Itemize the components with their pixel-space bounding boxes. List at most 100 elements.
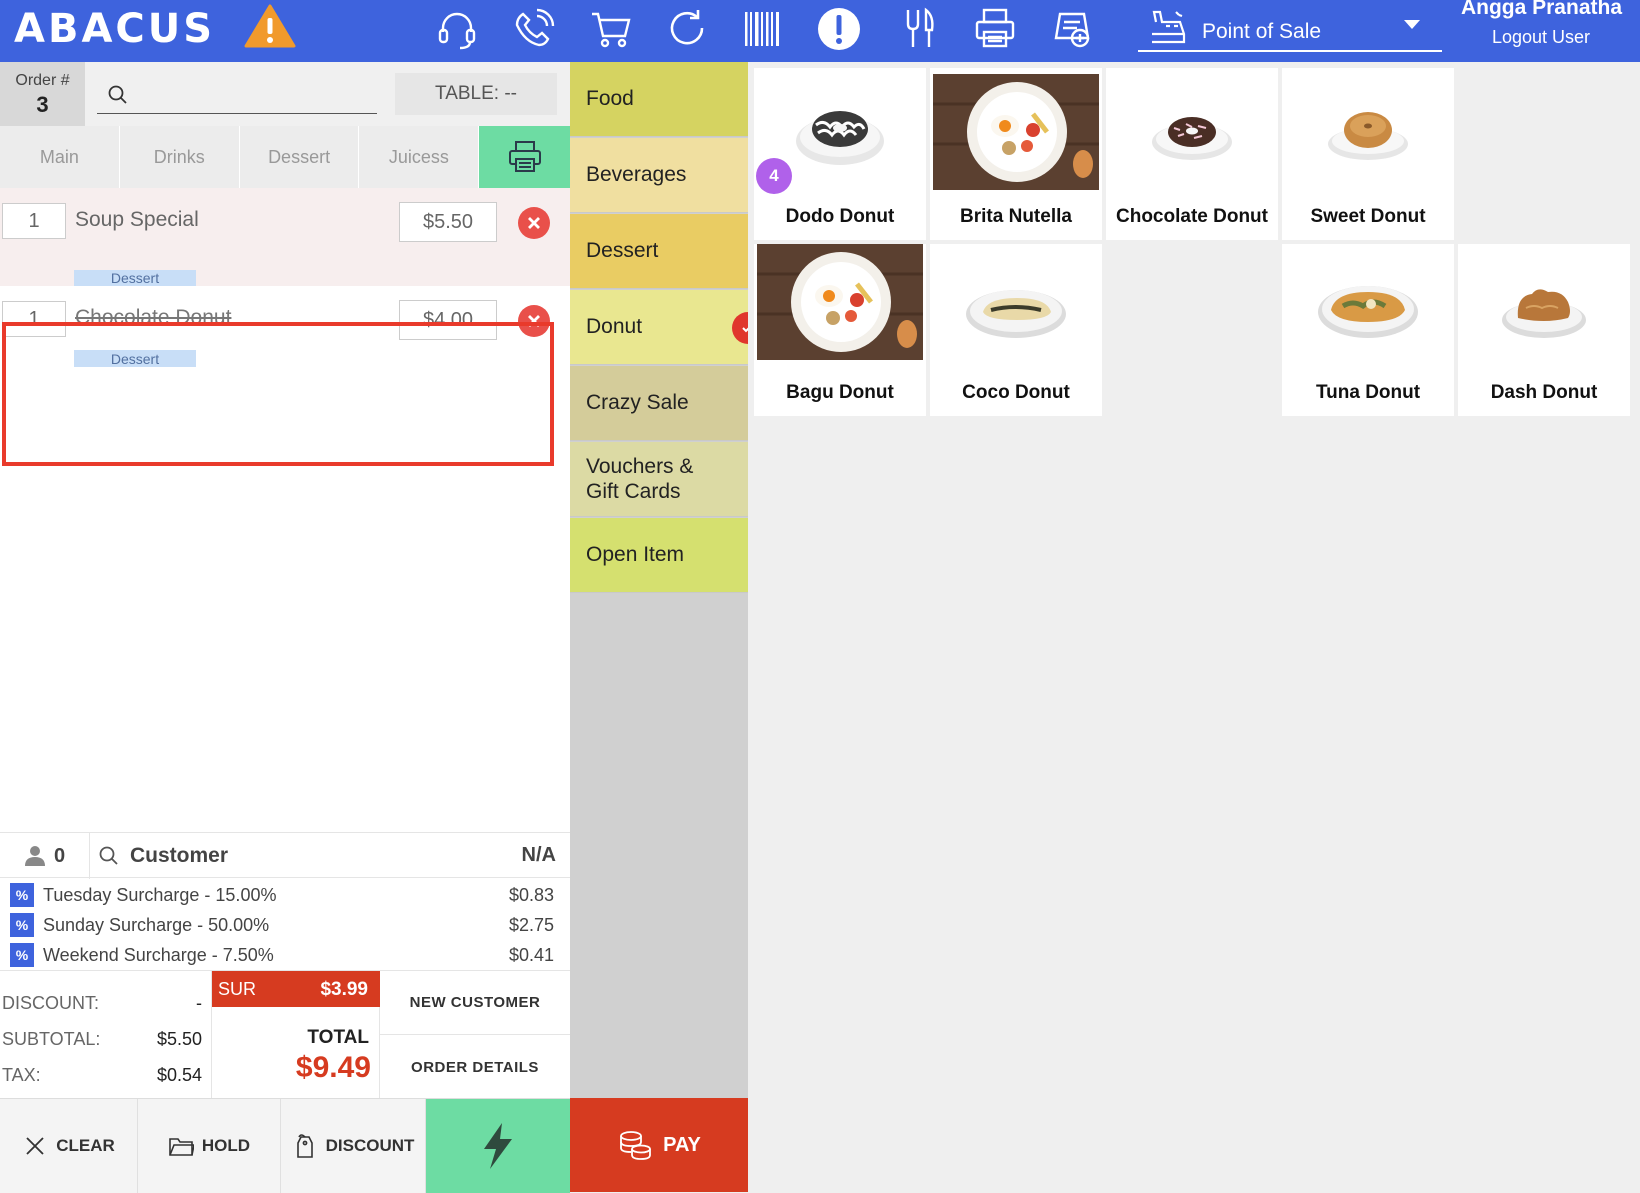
product-tile-dash-donut[interactable]: Dash Donut <box>1458 244 1630 416</box>
clear-button[interactable]: CLEAR <box>0 1099 138 1193</box>
printer-icon <box>508 141 541 172</box>
logout-link[interactable]: Logout User <box>1492 27 1590 48</box>
category-open-item[interactable]: Open Item <box>570 518 748 593</box>
cutlery-icon[interactable] <box>892 4 946 54</box>
category-label: Vouchers & Gift Cards <box>586 455 694 503</box>
quantity-badge: 4 <box>756 158 792 194</box>
phone-icon[interactable] <box>507 4 561 54</box>
discount-value: - <box>196 993 202 1013</box>
order-lines: 1 Soup Special $5.50 Dessert 1 Chocolate… <box>0 188 570 828</box>
surcharge-row: % Sunday Surcharge - 50.00% $2.75 <box>0 910 570 940</box>
category-dessert[interactable]: Dessert <box>570 214 748 289</box>
remove-line-button[interactable] <box>518 207 550 239</box>
line-item-name: Soup Special <box>75 208 199 231</box>
search-icon[interactable] <box>98 845 120 867</box>
hold-label: HOLD <box>201 1136 251 1155</box>
customer-actions: NEW CUSTOMER ORDER DETAILS <box>380 971 570 1099</box>
remove-line-button[interactable] <box>518 305 550 337</box>
customer-row: 0 Customer N/A <box>0 832 570 879</box>
category-vouchers-gift-cards[interactable]: Vouchers & Gift Cards <box>570 442 748 517</box>
course-tab-drinks[interactable]: Drinks <box>120 126 240 188</box>
product-image <box>1285 74 1451 190</box>
product-tile-tuna-donut[interactable]: Tuna Donut <box>1282 244 1454 416</box>
price-tag-icon <box>296 1134 313 1158</box>
product-image <box>1285 250 1451 366</box>
coins-icon <box>620 1131 651 1160</box>
print-course-button[interactable] <box>479 126 571 188</box>
product-name: Tuna Donut <box>1315 382 1421 403</box>
order-line[interactable]: 1 Soup Special $5.50 Dessert <box>0 188 570 286</box>
product-image <box>933 74 1099 190</box>
percent-badge: % <box>10 913 34 937</box>
product-tile-dodo-donut[interactable]: 4 Dodo Donut <box>754 68 926 240</box>
line-course-tag: Dessert <box>74 350 196 367</box>
category-label: Food <box>586 87 634 110</box>
hold-button[interactable]: HOLD <box>138 1099 281 1193</box>
category-list: Food Beverages Dessert Donut Crazy Sale … <box>570 62 764 1192</box>
item-search[interactable] <box>97 78 377 114</box>
guest-count[interactable]: 0 <box>0 833 90 879</box>
product-name: Brita Nutella <box>960 206 1072 227</box>
chevron-down-icon <box>1404 20 1420 29</box>
subtotal-row: SUBTOTAL: $5.50 <box>2 1029 202 1055</box>
line-price[interactable]: $5.50 <box>399 202 497 242</box>
product-tile-chocolate-donut[interactable]: Chocolate Donut <box>1106 68 1278 240</box>
receipt-add-icon[interactable] <box>1046 4 1100 54</box>
sur-value: $3.99 <box>320 979 368 1000</box>
surcharge-row: % Tuesday Surcharge - 15.00% $0.83 <box>0 880 570 910</box>
tax-label: TAX: <box>2 1065 41 1085</box>
totals-breakdown: DISCOUNT: - SUBTOTAL: $5.50 TAX: $0.54 <box>0 971 212 1099</box>
close-icon <box>528 315 540 327</box>
warning-icon[interactable] <box>244 4 296 48</box>
lightning-icon <box>484 1123 512 1169</box>
mode-selector[interactable]: Point of Sale <box>1138 6 1442 52</box>
order-line[interactable]: 1 Chocolate Donut $4.00 Dessert <box>0 286 570 384</box>
table-button[interactable]: TABLE: -- <box>395 73 557 115</box>
category-beverages[interactable]: Beverages <box>570 138 748 213</box>
close-icon <box>528 217 540 229</box>
order-details-button[interactable]: ORDER DETAILS <box>380 1035 570 1099</box>
line-item-name: Chocolate Donut <box>75 306 232 329</box>
product-name: Dash Donut <box>1490 382 1598 403</box>
customer-label[interactable]: Customer <box>130 844 228 868</box>
barcode-icon[interactable] <box>735 4 789 54</box>
pay-button[interactable]: PAY <box>570 1098 748 1192</box>
clear-label: CLEAR <box>56 1136 115 1155</box>
course-tab-juicess[interactable]: Juicess <box>359 126 480 188</box>
product-tile-coco-donut[interactable]: Coco Donut <box>930 244 1102 416</box>
category-crazy-sale[interactable]: Crazy Sale <box>570 366 748 441</box>
quick-pay-button[interactable] <box>426 1099 570 1193</box>
total-value: $9.49 <box>295 1051 371 1084</box>
category-food[interactable]: Food <box>570 62 748 137</box>
product-tile-sweet-donut[interactable]: Sweet Donut <box>1282 68 1454 240</box>
new-customer-button[interactable]: NEW CUSTOMER <box>380 971 570 1035</box>
total-label: TOTAL <box>307 1027 369 1048</box>
pay-label: PAY <box>663 1133 701 1156</box>
line-qty[interactable]: 1 <box>2 203 66 239</box>
discount-action-label: DISCOUNT <box>325 1136 415 1155</box>
discount-button[interactable]: DISCOUNT <box>281 1099 426 1193</box>
line-qty[interactable]: 1 <box>2 301 66 337</box>
category-label: Beverages <box>586 163 687 186</box>
person-icon <box>24 846 45 866</box>
discount-row: DISCOUNT: - <box>2 993 202 1019</box>
mode-label: Point of Sale <box>1202 20 1322 43</box>
printer-icon[interactable] <box>968 4 1022 54</box>
product-name: Sweet Donut <box>1310 206 1426 227</box>
alert-icon[interactable] <box>812 4 866 54</box>
cart-icon[interactable] <box>584 4 638 54</box>
headset-icon[interactable] <box>430 4 484 54</box>
course-tab-dessert[interactable]: Dessert <box>240 126 360 188</box>
app-logo: ABACUS <box>14 6 216 52</box>
refresh-icon[interactable] <box>660 4 714 54</box>
product-grid: 4 Dodo Donut Brita Nutella Chocolate Don… <box>748 62 1640 1192</box>
course-tab-main[interactable]: Main <box>0 126 120 188</box>
line-price[interactable]: $4.00 <box>399 300 497 340</box>
surcharge-total-bar: SUR $3.99 <box>212 971 380 1007</box>
discount-label: DISCOUNT: <box>2 993 100 1013</box>
folder-icon <box>169 1138 194 1156</box>
product-tile-brita-nutella[interactable]: Brita Nutella <box>930 68 1102 240</box>
category-donut[interactable]: Donut <box>570 290 764 365</box>
product-tile-bagu-donut[interactable]: Bagu Donut <box>754 244 926 416</box>
search-input[interactable] <box>137 82 367 110</box>
